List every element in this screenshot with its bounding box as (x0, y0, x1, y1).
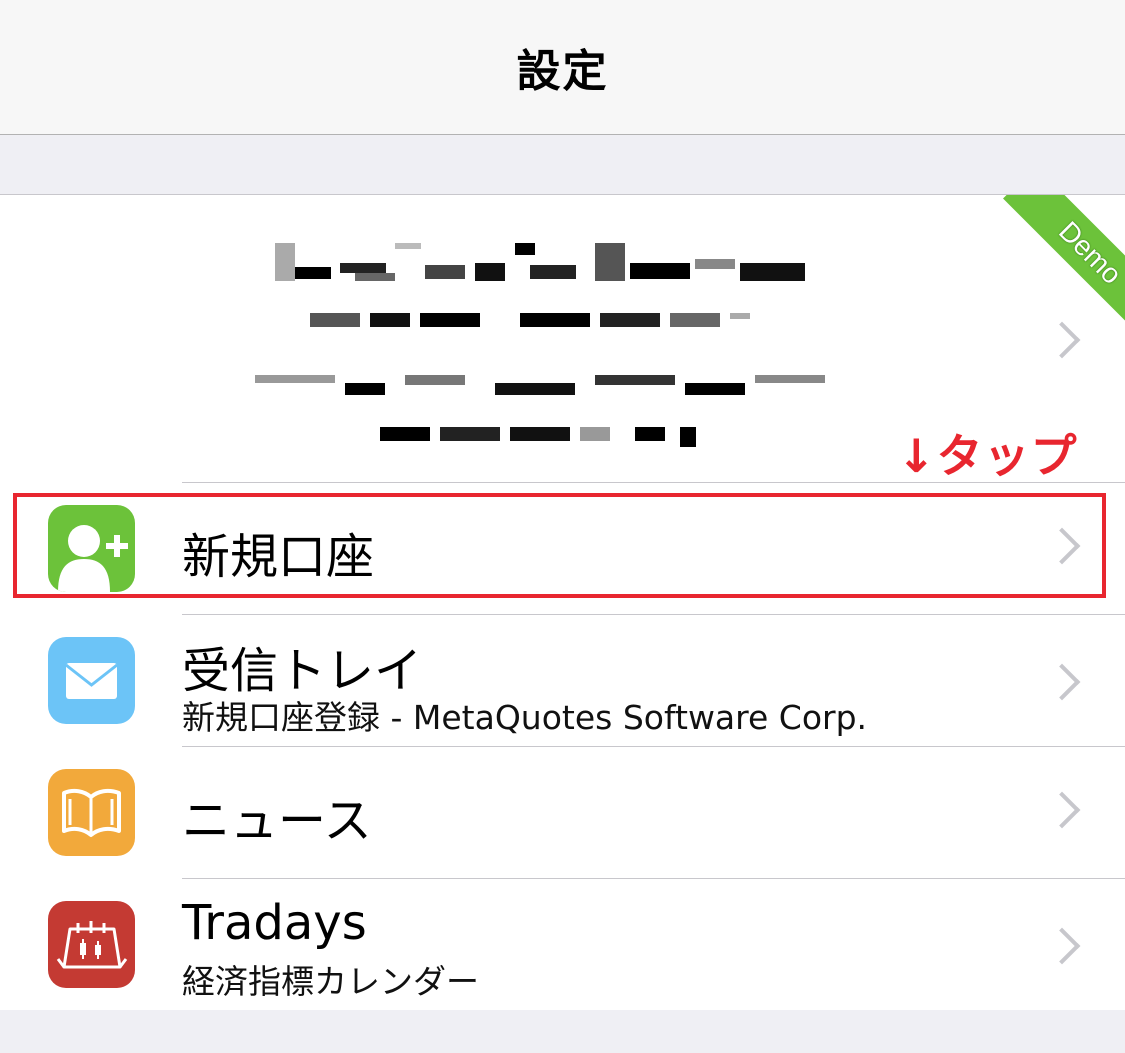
chevron-right-icon (1043, 321, 1081, 359)
calendar-icon (48, 901, 135, 988)
navigation-bar: 設定 (0, 0, 1125, 135)
chevron-right-icon (1043, 663, 1081, 701)
chevron-right-icon (1043, 927, 1081, 965)
menu-item-tradays[interactable]: Tradays 経済指標カレンダー (0, 879, 1125, 1010)
menu-item-subtitle: 経済指標カレンダー (182, 962, 479, 1001)
section-spacer (0, 1010, 1125, 1053)
page-title: 設定 (516, 46, 609, 97)
menu-item-inbox[interactable]: 受信トレイ 新規口座登録 - MetaQuotes Software Corp. (0, 615, 1125, 746)
menu-item-news[interactable]: ニュース (0, 747, 1125, 878)
menu-item-title: Tradays (182, 895, 367, 951)
demo-badge-label: Demo (1052, 215, 1125, 291)
demo-badge: Demo (1003, 195, 1125, 340)
menu-item-title: ニュース (182, 793, 372, 849)
book-icon (48, 769, 135, 856)
settings-list: Demo ↓タップ 新規口座 受信トレイ 新規口座登録 - MetaQuotes… (0, 194, 1125, 1011)
tap-annotation: ↓タップ (897, 429, 1078, 483)
section-spacer (0, 135, 1125, 194)
tap-highlight-frame (13, 493, 1106, 598)
envelope-icon (48, 637, 135, 724)
menu-item-subtitle: 新規口座登録 - MetaQuotes Software Corp. (182, 698, 868, 737)
chevron-right-icon (1043, 791, 1081, 829)
